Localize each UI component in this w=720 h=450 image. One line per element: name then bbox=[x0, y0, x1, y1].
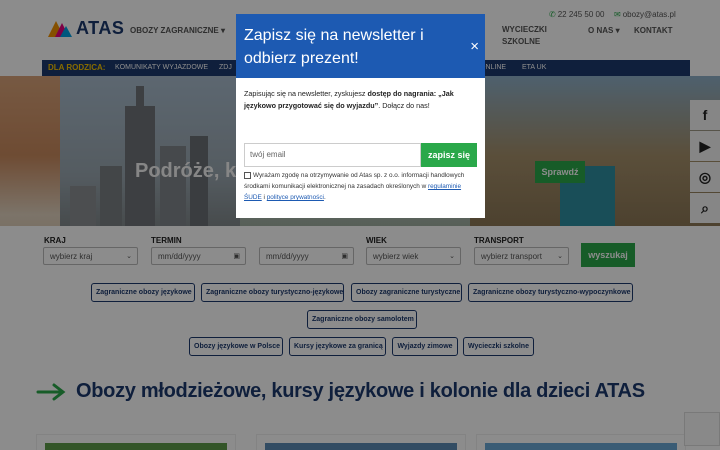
privacy-policy-link[interactable]: polityce prywatności bbox=[267, 194, 324, 201]
consent-text: Wyrażam zgodę na otrzymywanie od Atas sp… bbox=[244, 172, 465, 201]
newsletter-modal: Zapisz się na newsletter i odbierz preze… bbox=[236, 14, 485, 218]
modal-header: Zapisz się na newsletter i odbierz preze… bbox=[236, 14, 485, 78]
modal-title: Zapisz się na newsletter i odbierz preze… bbox=[244, 27, 424, 67]
email-field[interactable]: twój email bbox=[244, 143, 421, 167]
close-icon[interactable]: × bbox=[470, 38, 479, 55]
subscribe-button[interactable]: zapisz się bbox=[421, 143, 477, 167]
modal-description: Zapisując się na newsletter, zyskujesz d… bbox=[244, 89, 454, 110]
